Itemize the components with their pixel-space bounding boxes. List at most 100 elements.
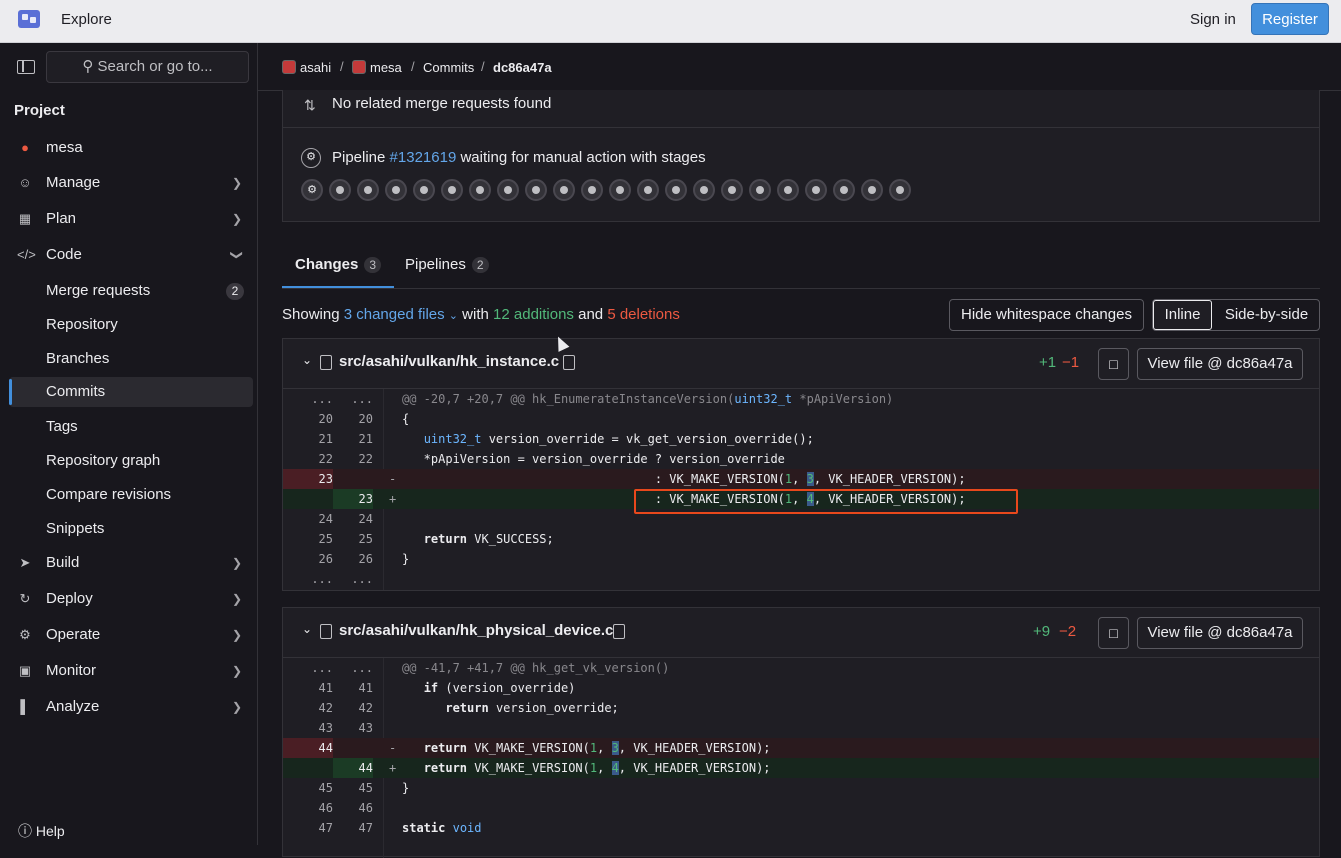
sidebar-item-branches[interactable]: Branches [0, 344, 258, 374]
sidebar-item-deploy[interactable]: ↻ Deploy ❯ [0, 584, 258, 614]
diff-hunk-header[interactable]: ...... @@ -20,7 +20,7 @@ hk_EnumerateInst… [283, 389, 1319, 409]
pipeline-stage-icon[interactable] [889, 179, 911, 201]
pipeline-stage-icon[interactable] [413, 179, 435, 201]
pipeline-stage-icon[interactable] [777, 179, 799, 201]
sidebar-item-analyze[interactable]: ▌ Analyze ❯ [0, 692, 258, 722]
sidebar-item-compare-revisions[interactable]: Compare revisions [0, 480, 258, 510]
sidebar-item-snippets[interactable]: Snippets [0, 514, 258, 544]
diff-line[interactable]: 43 43 [283, 718, 1319, 738]
sidebar-item-repository-graph[interactable]: Repository graph [0, 446, 258, 476]
chevron-down-icon[interactable]: ⌄ [302, 622, 312, 636]
old-line-number[interactable]: 23 [283, 469, 333, 489]
breadcrumb-asahi[interactable]: asahi [282, 60, 331, 75]
diff-line[interactable]: 21 21 uint32_t version_override = vk_get_… [283, 429, 1319, 449]
stage-gear-icon[interactable]: ⚙ [301, 179, 323, 201]
diff-line[interactable]: ...... [283, 569, 1319, 589]
pipeline-stage-icon[interactable] [805, 179, 827, 201]
diff-hunk-header[interactable]: ...... @@ -41,7 +41,7 @@ hk_get_vk_versio… [283, 658, 1319, 678]
new-line-number[interactable]: ... [333, 569, 373, 589]
old-line-number[interactable]: 26 [283, 549, 333, 569]
view-file-button[interactable]: View file @ dc86a47a [1137, 617, 1303, 649]
pipeline-stage-icon[interactable] [581, 179, 603, 201]
pipeline-stage-icon[interactable] [721, 179, 743, 201]
old-line-number[interactable]: 21 [283, 429, 333, 449]
comment-button[interactable]: □ [1098, 617, 1129, 649]
copy-icon[interactable] [613, 624, 625, 639]
sidebar-item-plan[interactable]: ▦ Plan ❯ [0, 204, 258, 234]
pipeline-stage-icon[interactable] [469, 179, 491, 201]
sign-in-link[interactable]: Sign in [1190, 11, 1236, 28]
new-line-number[interactable]: 22 [333, 449, 373, 469]
chevron-down-icon[interactable]: ⌄ [302, 353, 312, 367]
pipeline-stage-icon[interactable] [329, 179, 351, 201]
old-line-number[interactable]: 44 [283, 738, 333, 758]
view-file-button[interactable]: View file @ dc86a47a [1137, 348, 1303, 380]
explore-link[interactable]: Explore [61, 11, 112, 28]
pipeline-stage-icon[interactable] [637, 179, 659, 201]
diff-line-removed[interactable]: 44 - return VK_MAKE_VERSION(1, 3, VK_HEAD… [283, 738, 1319, 758]
new-line-number[interactable]: 25 [333, 529, 373, 549]
old-line-number[interactable]: 22 [283, 449, 333, 469]
new-line-number[interactable]: 44 [333, 758, 373, 778]
sidebar-item-merge-requests[interactable]: Merge requests 2 [0, 276, 258, 306]
pipeline-link[interactable]: #1321619 [390, 149, 457, 166]
pipeline-stage-icon[interactable] [749, 179, 771, 201]
new-line-number[interactable]: 41 [333, 678, 373, 698]
diff-line[interactable]: 20 20 { [283, 409, 1319, 429]
pipeline-status-icon[interactable]: ⚙ [301, 148, 321, 168]
breadcrumb-commit-sha[interactable]: dc86a47a [493, 60, 552, 75]
old-line-number[interactable]: 42 [283, 698, 333, 718]
pipeline-stage-icon[interactable] [665, 179, 687, 201]
sidebar-item-operate[interactable]: ⚙ Operate ❯ [0, 620, 258, 650]
pipeline-stage-icon[interactable] [693, 179, 715, 201]
new-line-number[interactable]: 46 [333, 798, 373, 818]
sidebar-toggle-icon[interactable] [17, 60, 35, 74]
diff-line[interactable]: 46 46 [283, 798, 1319, 818]
file-path[interactable]: src/asahi/vulkan/hk_physical_device.c [339, 622, 613, 639]
sidebar-item-tags[interactable]: Tags [0, 412, 258, 442]
old-line-number[interactable]: 43 [283, 718, 333, 738]
new-line-number[interactable]: ... [333, 658, 373, 678]
pipeline-stage-icon[interactable] [553, 179, 575, 201]
comment-button[interactable]: □ [1098, 348, 1129, 380]
new-line-number[interactable]: 20 [333, 409, 373, 429]
tab-changes[interactable]: Changes 3 [282, 244, 395, 288]
register-button[interactable]: Register [1251, 3, 1329, 35]
diff-line[interactable]: 41 41 if (version_override) [283, 678, 1319, 698]
help-link[interactable]: ⓘ Help [18, 821, 65, 841]
new-line-number[interactable]: 26 [333, 549, 373, 569]
sidebar-item-commits[interactable]: Commits [9, 377, 253, 407]
new-line-number[interactable]: 43 [333, 718, 373, 738]
pipeline-stage-icon[interactable] [497, 179, 519, 201]
old-line-number[interactable]: ... [283, 658, 333, 678]
new-line-number[interactable]: ... [333, 389, 373, 409]
diff-line[interactable]: 47 47 static void [283, 818, 1319, 838]
diff-line[interactable]: 42 42 return version_override; [283, 698, 1319, 718]
breadcrumb-mesa[interactable]: mesa [352, 60, 402, 75]
diff-line[interactable]: 22 22 *pApiVersion = version_override ? v… [283, 449, 1319, 469]
changed-files-dropdown[interactable]: 3 changed files ⌄ [344, 306, 458, 323]
old-line-number[interactable]: 25 [283, 529, 333, 549]
new-line-number[interactable]: 47 [333, 818, 373, 838]
sidebar-item-repository[interactable]: Repository [0, 310, 258, 340]
new-line-number[interactable]: 42 [333, 698, 373, 718]
sidebar-item-monitor[interactable]: ▣ Monitor ❯ [0, 656, 258, 686]
old-line-number[interactable]: 46 [283, 798, 333, 818]
new-line-number[interactable]: 45 [333, 778, 373, 798]
pipeline-stage-icon[interactable] [441, 179, 463, 201]
old-line-number[interactable]: ... [283, 569, 333, 589]
new-line-number[interactable]: 24 [333, 509, 373, 529]
copy-icon[interactable] [563, 355, 575, 370]
new-line-number[interactable]: 21 [333, 429, 373, 449]
hide-whitespace-button[interactable]: Hide whitespace changes [949, 299, 1144, 331]
diff-line[interactable]: 45 45} [283, 778, 1319, 798]
file-path[interactable]: src/asahi/vulkan/hk_instance.c [339, 353, 559, 370]
pipeline-stage-icon[interactable] [609, 179, 631, 201]
diff-line-removed[interactable]: 23 - : VK_MAKE_VERSION(1, 3, VK_HEADER_VE… [283, 469, 1319, 489]
old-line-number[interactable]: 45 [283, 778, 333, 798]
pipeline-stage-icon[interactable] [833, 179, 855, 201]
sidebar-item-project[interactable]: ● mesa [0, 133, 258, 163]
old-line-number[interactable]: 24 [283, 509, 333, 529]
new-line-number[interactable]: 23 [333, 489, 373, 509]
search-input[interactable]: ⚲ Search or go to... [46, 51, 249, 83]
